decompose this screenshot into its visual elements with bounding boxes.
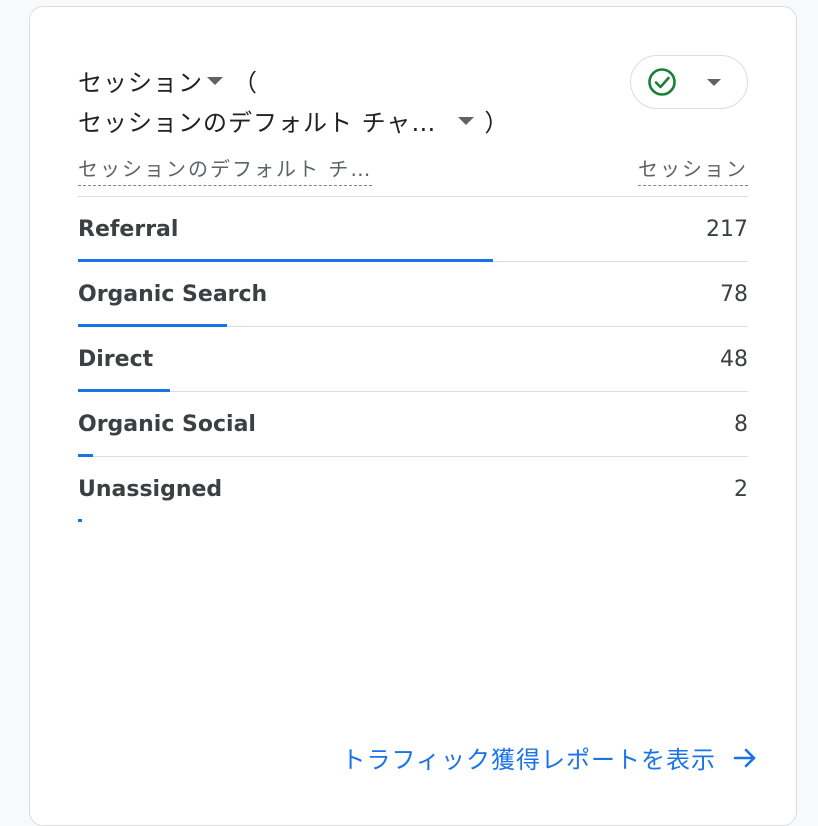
- table-row: Referral 217: [78, 197, 748, 262]
- caret-down-icon: [207, 76, 223, 85]
- card-title-line-2: セッションのデフォルト チャ… ）: [78, 103, 509, 138]
- chevron-down-icon: [707, 78, 721, 86]
- row-value: 217: [706, 217, 748, 242]
- row-label: Organic Social: [78, 412, 256, 437]
- column-header-dimension[interactable]: セッションのデフォルト チ…: [78, 153, 373, 186]
- row-value: 78: [720, 282, 748, 307]
- row-label: Direct: [78, 347, 154, 372]
- row-label: Referral: [78, 217, 179, 242]
- card-title-line-1: セッション （: [78, 63, 258, 98]
- report-link-label: トラフィック獲得レポートを表示: [341, 746, 716, 774]
- row-value: 48: [720, 347, 748, 372]
- row-label: Unassigned: [78, 477, 223, 502]
- row-label: Organic Search: [78, 282, 268, 307]
- row-value: 2: [734, 477, 748, 502]
- column-header-metric[interactable]: セッション: [638, 153, 748, 186]
- paren-open: （: [233, 69, 258, 97]
- table-row: Organic Search 78: [78, 262, 748, 327]
- row-value: 8: [734, 412, 748, 437]
- data-table: Referral 217 Organic Search 78 Direct 48…: [78, 197, 748, 522]
- dimension-label: セッションのデフォルト チャ…: [78, 109, 437, 137]
- table-row: Organic Social 8: [78, 392, 748, 457]
- check-circle-icon: [647, 67, 677, 97]
- metric-label: セッション: [78, 69, 203, 97]
- metric-selector[interactable]: セッション: [78, 63, 233, 98]
- dimension-selector[interactable]: セッションのデフォルト チャ…: [78, 103, 484, 138]
- paren-close: ）: [484, 109, 510, 137]
- arrow-right-icon: [732, 745, 758, 771]
- traffic-acquisition-report-link[interactable]: トラフィック獲得レポートを表示: [341, 740, 758, 775]
- table-row: Unassigned 2: [78, 457, 748, 522]
- caret-down-icon: [458, 116, 475, 125]
- traffic-card: セッション （ セッションのデフォルト チャ… ） セッションのデフォルト チ……: [29, 6, 797, 826]
- table-row: Direct 48: [78, 327, 748, 392]
- status-dropdown-button[interactable]: [630, 55, 748, 109]
- row-bar: [78, 519, 82, 522]
